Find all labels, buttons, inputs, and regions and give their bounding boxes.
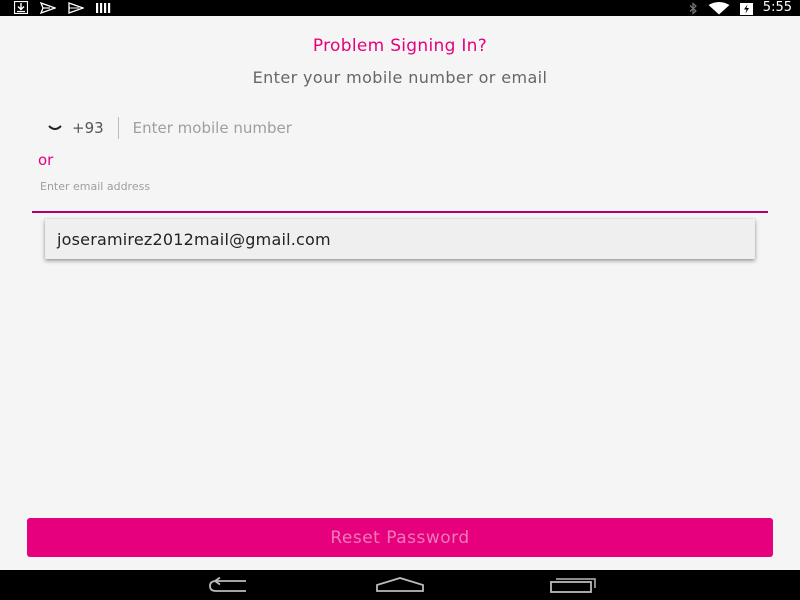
email-suggestion[interactable]: joseramirez2012mail@gmail.com [45, 219, 755, 259]
recents-icon[interactable] [548, 575, 598, 595]
page-title: Problem Signing In? [312, 36, 488, 56]
email-underline [32, 211, 768, 213]
play-store-icon [68, 1, 84, 14]
chevron-down-icon[interactable] [46, 121, 64, 135]
status-bar: 5:55 [0, 0, 800, 16]
download-icon [14, 1, 28, 14]
screen: 5:55 Problem Signing In? Enter your mobi… [0, 0, 800, 600]
page-subtitle: Enter your mobile number or email [252, 68, 548, 87]
signal-bars-icon [96, 2, 112, 14]
email-field[interactable] [40, 196, 760, 210]
status-time: 5:55 [762, 0, 792, 15]
mobile-number-input[interactable] [132, 119, 493, 137]
battery-charging-icon [739, 2, 753, 15]
home-icon[interactable] [375, 575, 425, 595]
send-icon [40, 1, 56, 14]
phone-row: +93 [46, 114, 493, 142]
reset-password-button[interactable]: Reset Password [27, 518, 773, 557]
email-field-label: Enter email address [40, 180, 151, 193]
country-code-selector[interactable]: +93 [72, 119, 104, 137]
back-icon[interactable] [204, 575, 254, 595]
phone-divider [117, 117, 119, 139]
status-bar-left [14, 1, 112, 14]
bluetooth-icon [688, 1, 698, 15]
status-bar-right: 5:55 [688, 0, 792, 16]
navigation-bar [0, 570, 800, 600]
or-label: or [38, 151, 54, 169]
wifi-icon [708, 1, 730, 15]
